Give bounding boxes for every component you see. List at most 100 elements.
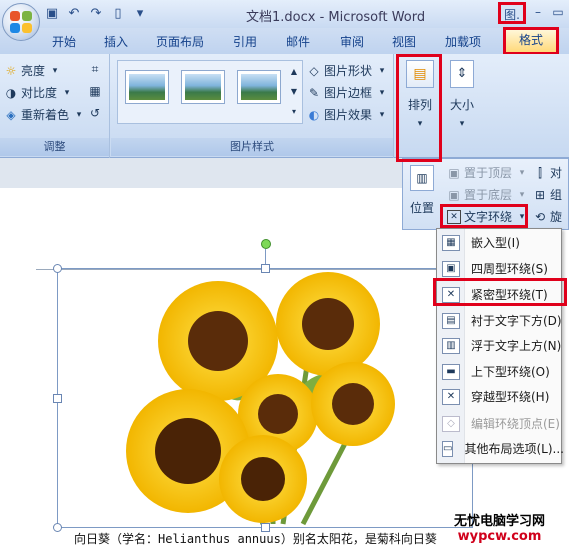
tab-addins[interactable]: 加载项	[445, 33, 481, 50]
size-label: 大小	[449, 98, 474, 112]
menu-item-label: 浮于文字上方(N)	[471, 339, 562, 353]
rotate-button[interactable]: ⟲ 旋	[533, 208, 562, 225]
resize-handle-top-left[interactable]	[53, 264, 62, 273]
menu-item-behind-text[interactable]: ▤ 衬于文字下方(D)	[437, 308, 563, 333]
watermark-line2: wypcw.com	[457, 529, 542, 544]
tight-wrap-icon: ✕	[442, 286, 460, 303]
picture-shape-button[interactable]: ◇ 图片形状 ▾	[307, 62, 389, 79]
dropdown-arrow-icon: ▾	[76, 109, 82, 120]
rotation-handle[interactable]	[261, 239, 271, 249]
recolor-button[interactable]: ◈ 重新着色 ▾	[4, 106, 86, 123]
brightness-icon: ☼	[5, 63, 17, 78]
menu-item-more-layout-options[interactable]: ▭ 其他布局选项(L)...	[437, 436, 564, 461]
send-to-back-button[interactable]: ▣ 置于底层 ▾	[447, 186, 529, 203]
align-button[interactable]: ⫿ 对	[533, 164, 562, 181]
compress-pictures-icon[interactable]: ⌗	[88, 62, 102, 76]
align-icon: ⫿	[538, 165, 542, 180]
gallery-scroll[interactable]: ▲ ▼ ▾	[287, 62, 301, 122]
menu-item-label: 上下型环绕(O)	[471, 365, 550, 379]
top-bottom-wrap-icon: ▬	[442, 363, 460, 380]
position-icon: ▥	[410, 165, 434, 191]
rotate-label: 旋	[550, 210, 563, 224]
dropdown-arrow-icon: ▾	[417, 119, 423, 129]
menu-item-label: 嵌入型(I)	[471, 236, 520, 250]
bring-front-icon: ▣	[448, 165, 460, 180]
tab-home[interactable]: 开始	[52, 33, 76, 50]
brightness-button[interactable]: ☼ 亮度 ▾	[4, 62, 62, 79]
new-document-icon[interactable]: ▯	[110, 6, 126, 22]
reset-picture-icon[interactable]: ↺	[88, 106, 102, 120]
office-logo-icon	[10, 11, 32, 33]
arrange-panel: ▥ 位置 ▣ 置于顶层 ▾ ▣ 置于底层 ▾ ✕ 文字环绕 ▾ ⫿ 对 ⊞ 组 …	[402, 158, 569, 230]
change-picture-icon[interactable]: ▦	[88, 84, 102, 98]
pencil-icon: ✎	[308, 85, 320, 100]
send-back-icon: ▣	[448, 187, 460, 202]
menu-item-in-front-of-text[interactable]: ▥ 浮于文字上方(N)	[437, 333, 563, 358]
picture-frame[interactable]	[57, 268, 473, 528]
tab-format[interactable]: 格式	[503, 27, 559, 55]
recolor-icon: ◈	[6, 107, 16, 122]
menu-item-top-bottom[interactable]: ▬ 上下型环绕(O)	[437, 359, 563, 384]
style-thumbnail[interactable]	[237, 70, 281, 104]
resize-handle-bottom-left[interactable]	[53, 523, 62, 532]
picture-effects-label: 图片效果	[324, 108, 373, 122]
tab-insert[interactable]: 插入	[104, 33, 128, 50]
dropdown-arrow-icon: ▾	[459, 119, 465, 129]
tab-references[interactable]: 引用	[233, 33, 257, 50]
customize-qat-icon[interactable]: ▾	[132, 6, 148, 22]
ribbon: ☼ 亮度 ▾ ◑ 对比度 ▾ ◈ 重新着色 ▾ ⌗ ▦ ↺ 调整 ▲ ▼ ▾ ◇ 图…	[0, 54, 569, 158]
quick-access-toolbar: ▣ ↶ ↷ ▯ ▾	[44, 5, 148, 23]
picture-border-label: 图片边框	[324, 86, 373, 100]
minimize-button[interactable]: –	[530, 2, 546, 24]
restore-button[interactable]: ▭	[550, 2, 566, 24]
menu-item-inline[interactable]: ▦ 嵌入型(I)	[437, 230, 563, 255]
size-icon: ⇕	[450, 60, 474, 88]
menu-item-through[interactable]: ✕ 穿越型环绕(H)	[437, 384, 563, 409]
redo-icon[interactable]: ↷	[88, 6, 104, 22]
picture-tools-label[interactable]: 图.	[498, 2, 526, 24]
tab-review[interactable]: 审阅	[340, 33, 364, 50]
tab-page-layout[interactable]: 页面布局	[156, 33, 204, 50]
menu-item-square[interactable]: ▣ 四周型环绕(S)	[437, 256, 563, 281]
tab-view[interactable]: 视图	[392, 33, 416, 50]
undo-icon[interactable]: ↶	[66, 6, 82, 22]
menu-item-tight[interactable]: ✕ 紧密型环绕(T)	[437, 282, 563, 307]
dropdown-arrow-icon: ▾	[519, 189, 525, 200]
layout-options-icon: ▭	[442, 440, 454, 457]
picture-border-button[interactable]: ✎ 图片边框 ▾	[307, 84, 389, 101]
menu-item-label: 四周型环绕(S)	[471, 262, 548, 276]
resize-handle-left[interactable]	[53, 394, 62, 403]
effects-icon: ◐	[308, 107, 320, 122]
size-button[interactable]: ⇕ 大小 ▾	[444, 60, 480, 140]
title-bar: ▣ ↶ ↷ ▯ ▾ 文档1.docx - Microsoft Word 图. –…	[0, 0, 569, 28]
sunflower-image	[126, 272, 395, 526]
position-button[interactable]: ▥ 位置	[407, 165, 437, 227]
menu-item-label: 编辑环绕顶点(E)	[471, 417, 560, 431]
group-button[interactable]: ⊞ 组	[533, 186, 562, 203]
through-wrap-icon: ✕	[442, 388, 460, 405]
menu-item-label: 衬于文字下方(D)	[471, 314, 562, 328]
ribbon-tabs: 开始 插入 页面布局 引用 邮件 审阅 视图 加载项	[0, 28, 569, 54]
contrast-icon: ◑	[5, 85, 17, 100]
bring-front-label: 置于顶层	[464, 166, 513, 180]
style-thumbnail[interactable]	[181, 70, 225, 104]
text-wrap-icon: ✕	[447, 209, 461, 224]
dropdown-arrow-icon: ▾	[519, 167, 525, 178]
arrange-button[interactable]: ▤ 排列 ▾	[400, 60, 440, 154]
contrast-button[interactable]: ◑ 对比度 ▾	[4, 84, 74, 101]
group-icon: ⊞	[534, 187, 546, 202]
brightness-label: 亮度	[21, 64, 46, 78]
dropdown-arrow-icon: ▾	[379, 87, 385, 98]
picture-effects-button[interactable]: ◐ 图片效果 ▾	[307, 106, 389, 123]
style-thumbnail[interactable]	[125, 70, 169, 104]
document-caption: 向日葵（学名：Helianthus annuus）别名太阳花，是菊科向日葵	[74, 532, 437, 546]
rotate-icon: ⟲	[534, 209, 546, 224]
resize-handle-top[interactable]	[261, 264, 270, 273]
text-wrap-button[interactable]: ✕ 文字环绕 ▾	[447, 208, 529, 225]
recolor-label: 重新着色	[21, 108, 70, 122]
office-button[interactable]	[2, 3, 40, 41]
dropdown-arrow-icon: ▾	[379, 109, 385, 120]
bring-to-front-button[interactable]: ▣ 置于顶层 ▾	[447, 164, 529, 181]
tab-mailings[interactable]: 邮件	[286, 33, 310, 50]
save-icon[interactable]: ▣	[44, 6, 60, 22]
